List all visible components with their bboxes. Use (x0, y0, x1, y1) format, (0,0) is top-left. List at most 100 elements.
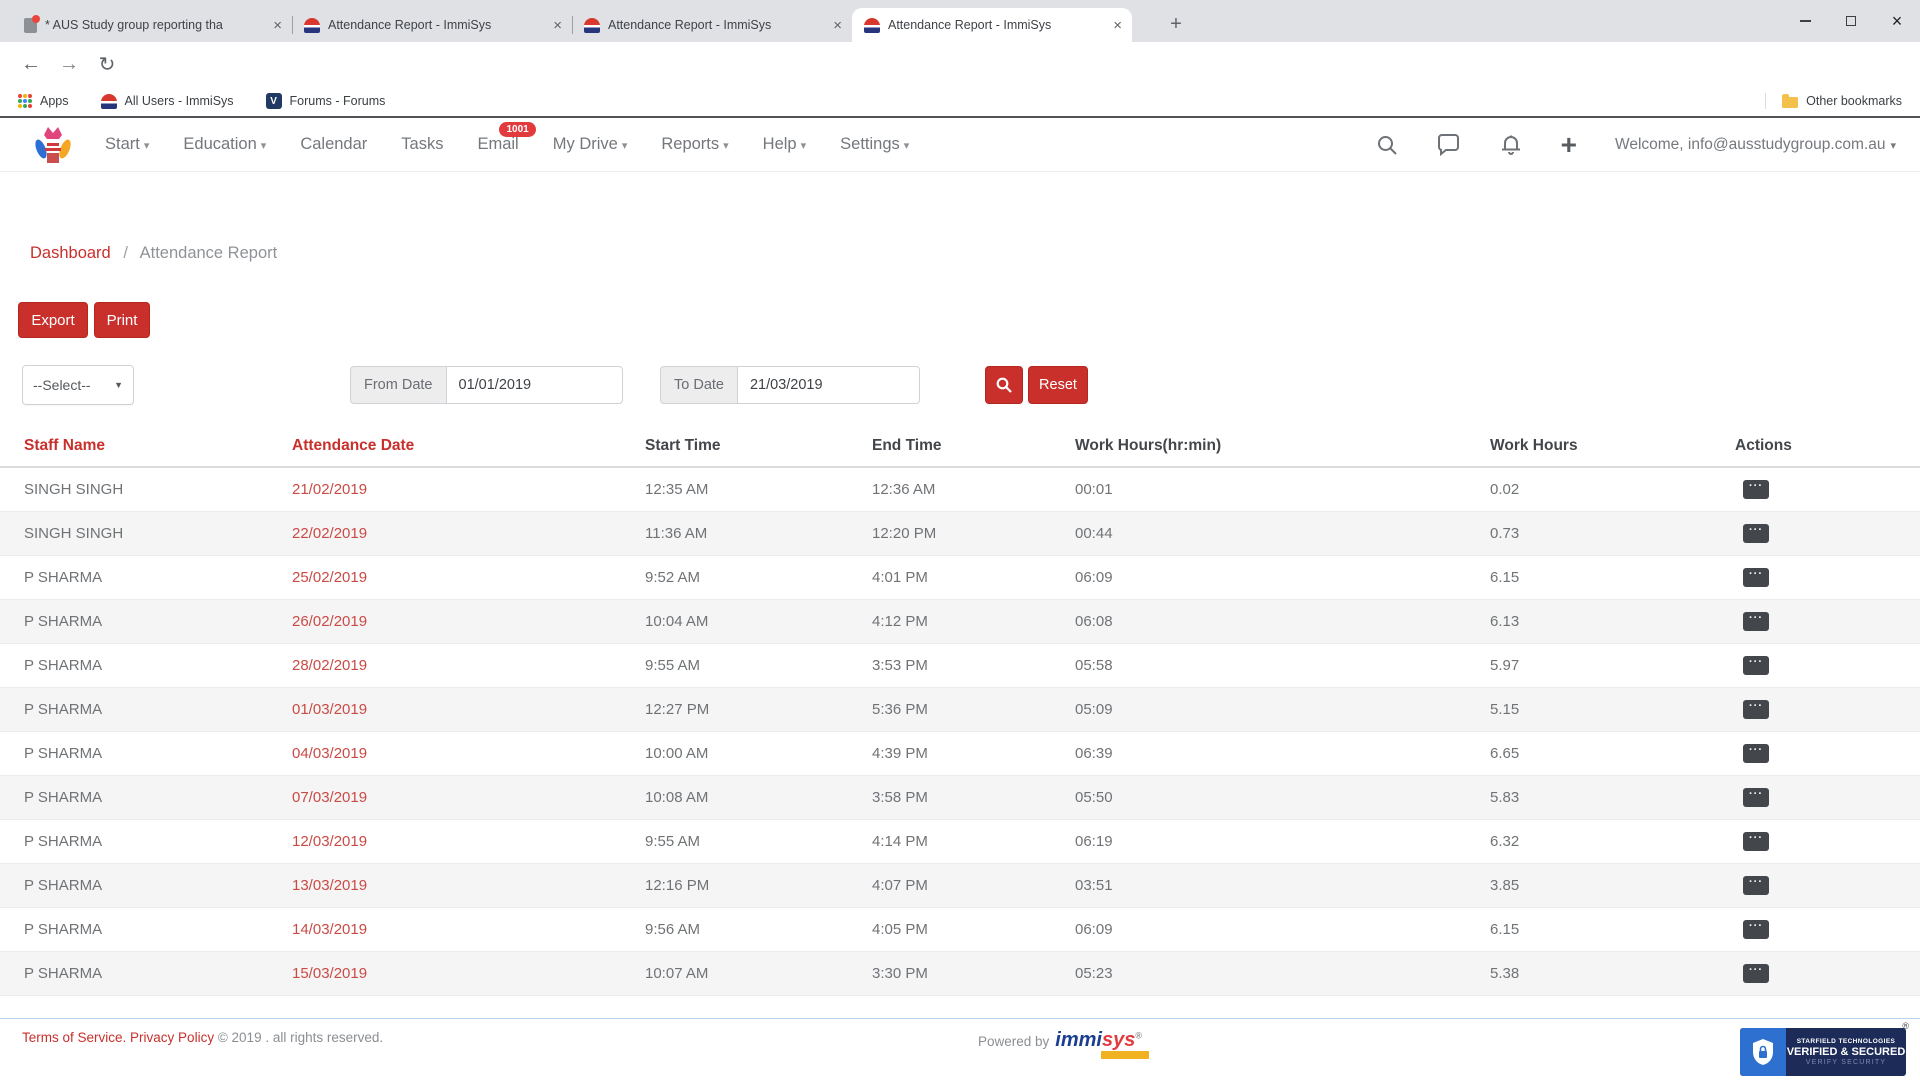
nav-item-reports[interactable]: Reports▾ (661, 135, 728, 154)
cell-work-hours-hrmin: 03:51 (1075, 877, 1490, 894)
tab-title: Attendance Report - ImmiSys (328, 18, 545, 32)
cell-attendance-date: 15/03/2019 (292, 965, 645, 982)
cell-start-time: 10:04 AM (645, 613, 872, 630)
aus-study-group-logo[interactable] (30, 123, 76, 169)
cell-start-time: 9:55 AM (645, 833, 872, 850)
apps-shortcut[interactable]: Apps (18, 94, 69, 108)
cell-staff-name: SINGH SINGH (24, 481, 292, 498)
nav-item-calendar[interactable]: Calendar (300, 135, 367, 154)
table-row: P SHARMA 14/03/2019 9:56 AM 4:05 PM 06:0… (0, 908, 1920, 952)
back-icon[interactable]: ← (14, 47, 48, 81)
chevron-down-icon: ▾ (622, 140, 628, 152)
tab-close-icon[interactable]: × (273, 18, 282, 33)
copyright-text: © 2019 . all rights reserved. (218, 1030, 383, 1045)
nav-item-start[interactable]: Start▾ (105, 135, 149, 154)
security-seal[interactable]: STARFIELD TECHNOLOGIES VERIFIED & SECURE… (1740, 1028, 1906, 1076)
row-actions-button[interactable]: ··· (1743, 788, 1769, 807)
row-actions-button[interactable]: ··· (1743, 656, 1769, 675)
nav-item-help[interactable]: Help▾ (763, 135, 806, 154)
user-account-menu[interactable]: Welcome, info@ausstudygroup.com.au▾ (1615, 136, 1896, 154)
cell-start-time: 11:36 AM (645, 525, 872, 542)
nav-item-tasks[interactable]: Tasks (401, 135, 443, 154)
window-minimize-button[interactable] (1782, 0, 1828, 42)
from-date-input[interactable] (446, 366, 623, 404)
cell-work-hours: 6.15 (1490, 921, 1735, 938)
cell-start-time: 12:16 PM (645, 877, 872, 894)
cell-staff-name: P SHARMA (24, 833, 292, 850)
browser-tab-1[interactable]: * AUS Study group reporting tha × (12, 8, 292, 42)
cell-attendance-date: 04/03/2019 (292, 745, 645, 762)
cell-staff-name: SINGH SINGH (24, 525, 292, 542)
row-actions-button[interactable]: ··· (1743, 964, 1769, 983)
cell-end-time: 3:30 PM (872, 965, 1075, 982)
app-navbar: Start▾ Education▾ Calendar Tasks Email 1… (0, 116, 1920, 172)
row-actions-button[interactable]: ··· (1743, 524, 1769, 543)
cell-attendance-date: 14/03/2019 (292, 921, 645, 938)
reload-icon[interactable]: ↻ (90, 47, 124, 81)
reset-button[interactable]: Reset (1028, 366, 1088, 404)
nav-item-education[interactable]: Education▾ (183, 135, 266, 154)
nav-item-settings[interactable]: Settings▾ (840, 135, 909, 154)
print-button[interactable]: Print (94, 302, 150, 338)
notifications-bell-icon[interactable] (1499, 133, 1523, 157)
table-row: SINGH SINGH 21/02/2019 12:35 AM 12:36 AM… (0, 468, 1920, 512)
forward-icon[interactable]: → (52, 47, 86, 81)
column-header-attendance-date[interactable]: Attendance Date (292, 437, 645, 455)
add-icon[interactable]: + (1561, 131, 1577, 159)
forums-favicon: V (266, 93, 282, 109)
cell-staff-name: P SHARMA (24, 657, 292, 674)
shield-lock-icon (1740, 1028, 1786, 1076)
terms-of-service-link[interactable]: Terms of Service. (22, 1030, 126, 1045)
cell-start-time: 9:52 AM (645, 569, 872, 586)
cell-end-time: 4:12 PM (872, 613, 1075, 630)
cell-attendance-date: 07/03/2019 (292, 789, 645, 806)
tab-close-icon[interactable]: × (553, 18, 562, 33)
row-actions-button[interactable]: ··· (1743, 920, 1769, 939)
row-actions-button[interactable]: ··· (1743, 700, 1769, 719)
search-button[interactable] (985, 366, 1023, 404)
browser-tab-3[interactable]: Attendance Report - ImmiSys × (572, 8, 852, 42)
browser-tab-2[interactable]: Attendance Report - ImmiSys × (292, 8, 572, 42)
window-close-button[interactable]: × (1874, 0, 1920, 42)
cell-start-time: 10:00 AM (645, 745, 872, 762)
row-actions-button[interactable]: ··· (1743, 612, 1769, 631)
tab-close-icon[interactable]: × (1113, 18, 1122, 33)
search-icon (996, 377, 1012, 393)
cell-start-time: 10:08 AM (645, 789, 872, 806)
chevron-down-icon: ▾ (144, 140, 150, 152)
export-button[interactable]: Export (18, 302, 88, 338)
table-row: P SHARMA 28/02/2019 9:55 AM 3:53 PM 05:5… (0, 644, 1920, 688)
email-count-badge: 1001 (499, 122, 535, 137)
page-title: Attendance Report (140, 244, 278, 262)
nav-item-my-drive[interactable]: My Drive▾ (553, 135, 628, 154)
breadcrumb-separator: / (123, 244, 128, 262)
nav-item-email[interactable]: Email 1001 (477, 135, 518, 154)
bookmark-forums[interactable]: V Forums - Forums (266, 93, 386, 109)
bookmarks-divider (1765, 93, 1766, 109)
row-actions-button[interactable]: ··· (1743, 568, 1769, 587)
cell-attendance-date: 22/02/2019 (292, 525, 645, 542)
cell-attendance-date: 26/02/2019 (292, 613, 645, 630)
row-actions-button[interactable]: ··· (1743, 480, 1769, 499)
row-actions-button[interactable]: ··· (1743, 744, 1769, 763)
cell-attendance-date: 25/02/2019 (292, 569, 645, 586)
staff-filter-select[interactable]: --Select-- ▼ (22, 365, 134, 405)
bookmark-all-users[interactable]: All Users - ImmiSys (101, 94, 234, 109)
chat-icon[interactable] (1437, 133, 1461, 157)
new-tab-button[interactable]: + (1162, 10, 1190, 38)
to-date-input[interactable] (737, 366, 920, 404)
privacy-policy-link[interactable]: Privacy Policy (130, 1030, 214, 1045)
tab-title: Attendance Report - ImmiSys (888, 18, 1105, 32)
cell-work-hours: 5.97 (1490, 657, 1735, 674)
other-bookmarks-button[interactable]: Other bookmarks (1782, 94, 1902, 108)
search-icon[interactable] (1375, 133, 1399, 157)
window-maximize-button[interactable] (1828, 0, 1874, 42)
immisys-flag-favicon (304, 18, 320, 33)
row-actions-button[interactable]: ··· (1743, 876, 1769, 895)
breadcrumb-dashboard-link[interactable]: Dashboard (30, 244, 111, 262)
row-actions-button[interactable]: ··· (1743, 832, 1769, 851)
cell-work-hours: 0.73 (1490, 525, 1735, 542)
tab-close-icon[interactable]: × (833, 18, 842, 33)
column-header-staff-name[interactable]: Staff Name (24, 437, 292, 455)
browser-tab-4-active[interactable]: Attendance Report - ImmiSys × (852, 8, 1132, 42)
